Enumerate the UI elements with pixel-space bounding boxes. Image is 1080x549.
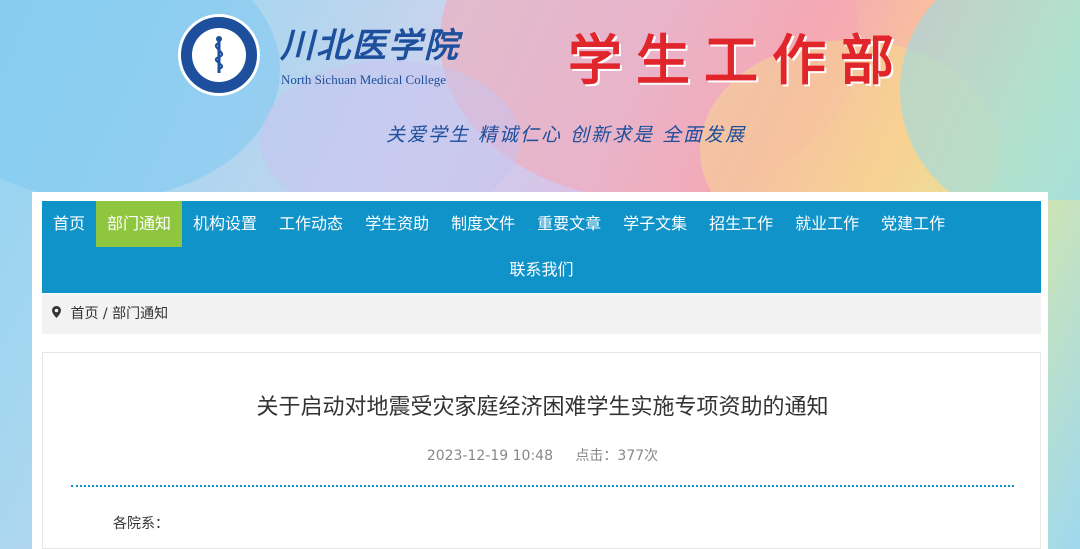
header-banner: 川北医学院 North Sichuan Medical College 学生工作…	[0, 0, 1080, 200]
nav-item-party-building[interactable]: 党建工作	[870, 201, 956, 247]
school-name: 川北医学院	[280, 26, 460, 66]
nav-item-student-writings[interactable]: 学子文集	[612, 201, 698, 247]
location-pin-icon	[52, 294, 61, 334]
breadcrumb-current-link[interactable]: 部门通知	[112, 306, 168, 322]
article-date: 2023-12-19 10:48	[426, 448, 553, 464]
nav-item-financial-aid[interactable]: 学生资助	[354, 201, 440, 247]
caduceus-icon	[214, 36, 224, 73]
department-title: 学生工作部	[568, 28, 908, 92]
nav-row: 首页 部门通知 机构设置 工作动态 学生资助 制度文件 重要文章 学子文集 招生…	[42, 201, 1041, 247]
article-salutation: 各院系：	[113, 516, 169, 532]
school-name-en: North Sichuan Medical College	[281, 72, 446, 87]
school-seal-logo[interactable]	[178, 14, 260, 96]
main-nav: 首页 部门通知 机构设置 工作动态 学生资助 制度文件 重要文章 学子文集 招生…	[42, 201, 1041, 293]
slogan: 关爱学生 精诚仁心 创新求是 全面发展	[386, 124, 747, 146]
article-views: 点击：377次	[575, 448, 659, 464]
nav-item-employment[interactable]: 就业工作	[784, 201, 870, 247]
article-container: 关于启动对地震受灾家庭经济困难学生实施专项资助的通知 2023-12-19 10…	[42, 352, 1041, 549]
nav-item-important-articles[interactable]: 重要文章	[526, 201, 612, 247]
nav-row: 联系我们	[42, 247, 1041, 293]
nav-item-regulations[interactable]: 制度文件	[440, 201, 526, 247]
nav-item-contact[interactable]: 联系我们	[498, 247, 584, 293]
breadcrumb: 首页 / 部门通知	[42, 294, 1041, 334]
article-meta: 2023-12-19 10:48 点击：377次	[43, 445, 1042, 465]
article-title: 关于启动对地震受灾家庭经济困难学生实施专项资助的通知	[256, 395, 829, 420]
nav-item-news[interactable]: 工作动态	[268, 201, 354, 247]
banner-decoration	[900, 0, 1080, 200]
nav-item-home[interactable]: 首页	[42, 201, 96, 247]
breadcrumb-home-link[interactable]: 首页	[70, 306, 98, 322]
nav-item-notices[interactable]: 部门通知	[96, 201, 183, 247]
divider	[71, 485, 1014, 487]
nav-item-organization[interactable]: 机构设置	[182, 201, 268, 247]
breadcrumb-separator: /	[102, 306, 108, 322]
nav-item-admissions[interactable]: 招生工作	[698, 201, 784, 247]
